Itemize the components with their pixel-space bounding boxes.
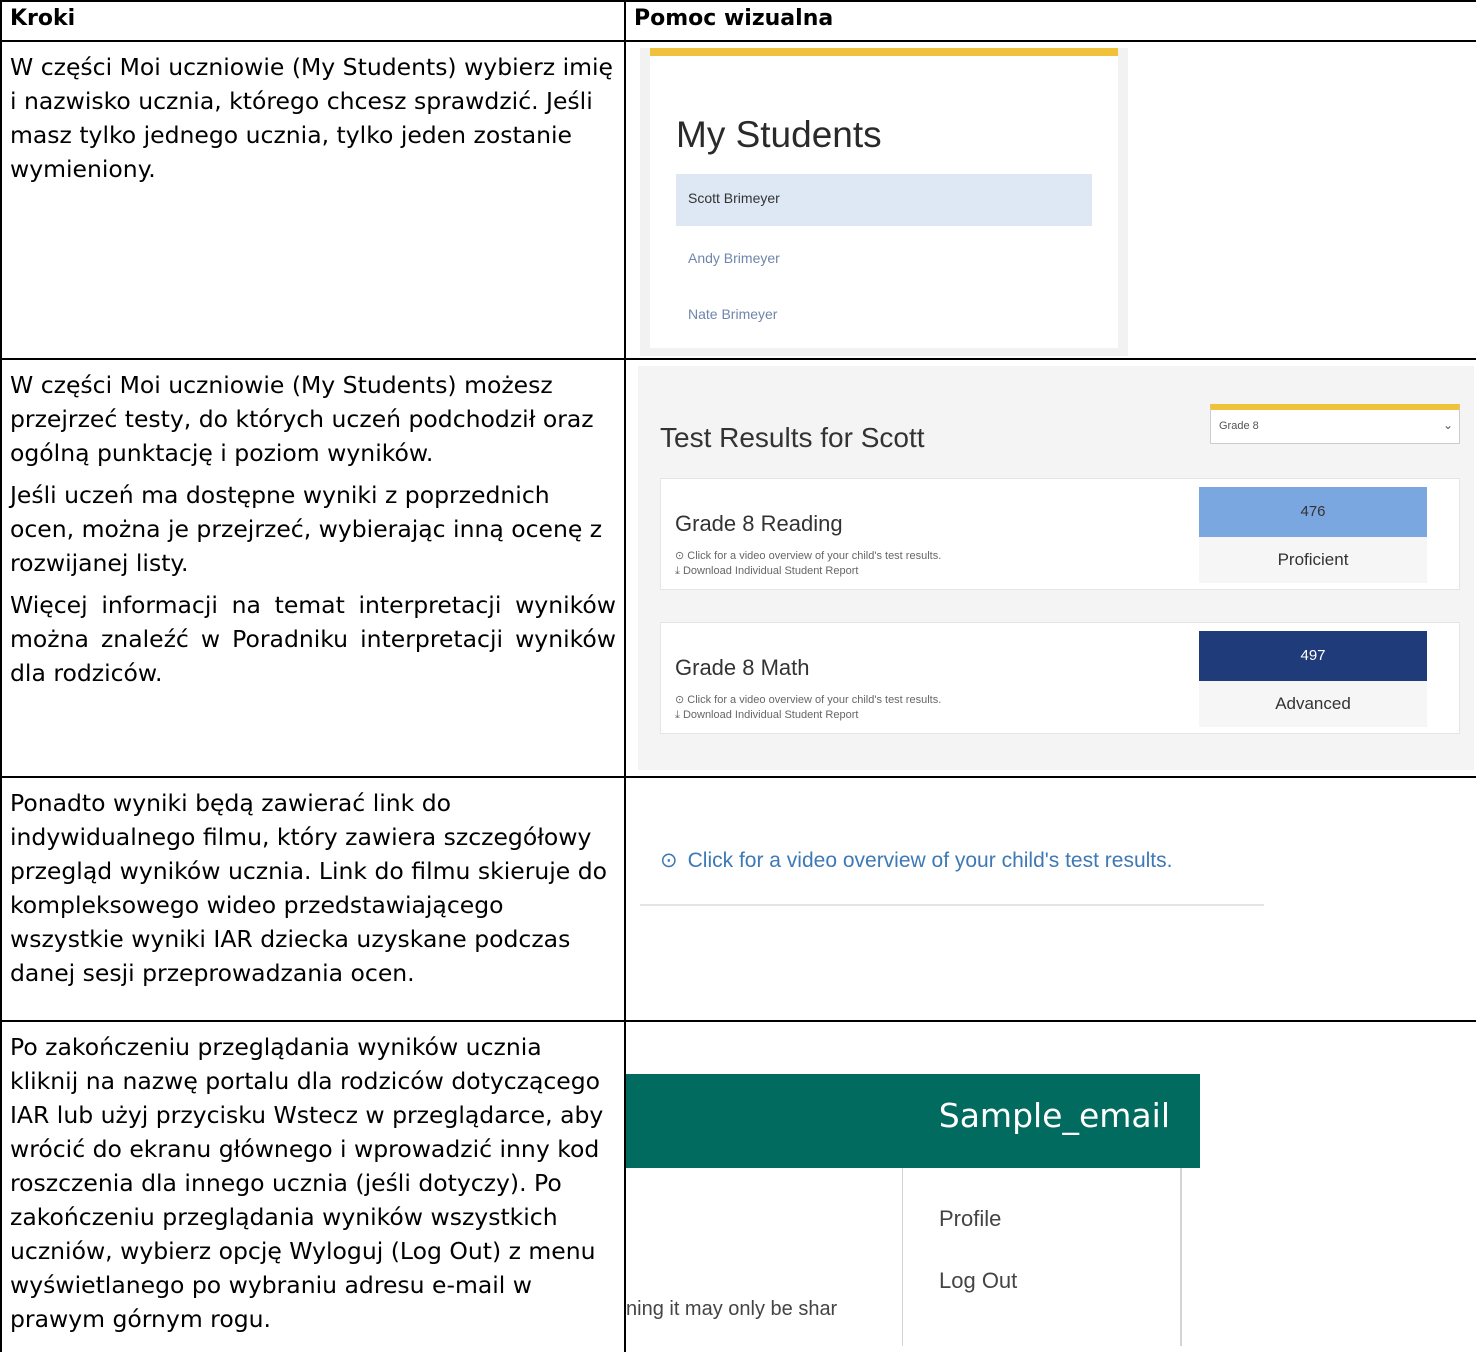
download-report-link[interactable]: ⤓ Download Individual Student Report (675, 709, 858, 722)
table-row: W części Moi uczniowie (My Students) moż… (0, 358, 1476, 778)
score-box: 476 (1199, 487, 1427, 537)
chevron-down-icon: ⌄ (1442, 418, 1453, 432)
portal-header-bar: Sample_email (627, 1074, 1200, 1168)
step-text: Jeśli uczeń ma dostępne wyniki z poprzed… (10, 481, 603, 577)
header-visual: Pomoc wizualna (624, 0, 1476, 42)
video-overview-link[interactable]: ⊙ Click for a video overview of your chil… (660, 848, 1172, 873)
student-item[interactable]: Nate Brimeyer (688, 306, 777, 322)
visual-cell: My Students Scott Brimeyer Andy Brimeyer… (624, 40, 1476, 360)
steps-cell: Po zakończeniu przeglądania wyników uczn… (0, 1020, 626, 1352)
steps-cell: Ponadto wyniki będą zawierać link do ind… (0, 776, 626, 1022)
truncated-page-text: ning it may only be shar (626, 1298, 838, 1320)
performance-level: Advanced (1199, 681, 1427, 727)
play-circle-icon: ⊙ (675, 694, 685, 706)
download-icon: ⤓ (675, 709, 680, 721)
account-dropdown-menu: Profile Log Out (902, 1168, 1182, 1346)
performance-level: Proficient (1199, 537, 1427, 583)
my-students-title: My Students (676, 114, 882, 155)
download-report-link[interactable]: ⤓ Download Individual Student Report (675, 565, 858, 578)
play-circle-icon: ⊙ (660, 849, 678, 872)
test-results-screenshot: Test Results for Scott Grade 8 ⌄ Grade 8… (638, 366, 1474, 770)
step-text: Po zakończeniu przeglądania wyników uczn… (10, 1033, 604, 1333)
video-link[interactable]: ⊙ Click for a video overview of your chi… (675, 693, 941, 706)
steps-cell: W części Moi uczniowie (My Students) wyb… (0, 40, 626, 360)
test-results-title: Test Results for Scott (660, 422, 925, 453)
download-icon: ⤓ (675, 565, 680, 577)
my-students-screenshot: My Students Scott Brimeyer Andy Brimeyer… (640, 48, 1128, 356)
header-steps: Kroki (0, 0, 626, 42)
visual-cell: ⊙ Click for a video overview of your chil… (624, 776, 1476, 1022)
step-text: W części Moi uczniowie (My Students) wyb… (10, 53, 613, 183)
grade-select-value: Grade 8 (1219, 420, 1259, 432)
result-card: Grade 8 Math ⊙ Click for a video overvie… (660, 622, 1460, 734)
test-name: Grade 8 Math (675, 655, 810, 680)
step-text: Ponadto wyniki będą zawierać link do ind… (10, 789, 608, 987)
result-card: Grade 8 Reading ⊙ Click for a video over… (660, 478, 1460, 590)
my-students-card: My Students Scott Brimeyer Andy Brimeyer… (650, 48, 1118, 348)
instructions-table: Kroki Pomoc wizualna W części Moi ucznio… (0, 0, 1476, 1352)
divider (640, 904, 1264, 906)
step-text: W części Moi uczniowie (My Students) moż… (10, 371, 594, 467)
step-text: Więcej informacji na temat interpretacji… (10, 591, 616, 687)
score-box: 497 (1199, 631, 1427, 681)
video-link[interactable]: ⊙ Click for a video overview of your chi… (675, 549, 941, 562)
grade-select[interactable]: Grade 8 ⌄ (1210, 404, 1460, 444)
play-circle-icon: ⊙ (675, 550, 685, 562)
table-row: W części Moi uczniowie (My Students) wyb… (0, 40, 1476, 360)
menu-item-log-out[interactable]: Log Out (939, 1268, 1017, 1294)
table-row: Po zakończeniu przeglądania wyników uczn… (0, 1020, 1476, 1352)
student-item[interactable]: Andy Brimeyer (688, 250, 780, 266)
visual-cell: Test Results for Scott Grade 8 ⌄ Grade 8… (624, 358, 1476, 778)
menu-item-profile[interactable]: Profile (939, 1206, 1001, 1232)
table-row: Ponadto wyniki będą zawierać link do ind… (0, 776, 1476, 1022)
steps-cell: W części Moi uczniowie (My Students) moż… (0, 358, 626, 778)
visual-cell: Sample_email Profile Log Out ning it may… (624, 1020, 1476, 1352)
test-name: Grade 8 Reading (675, 511, 843, 536)
student-item-selected[interactable]: Scott Brimeyer (676, 174, 1092, 226)
account-email-button[interactable]: Sample_email (939, 1096, 1170, 1135)
